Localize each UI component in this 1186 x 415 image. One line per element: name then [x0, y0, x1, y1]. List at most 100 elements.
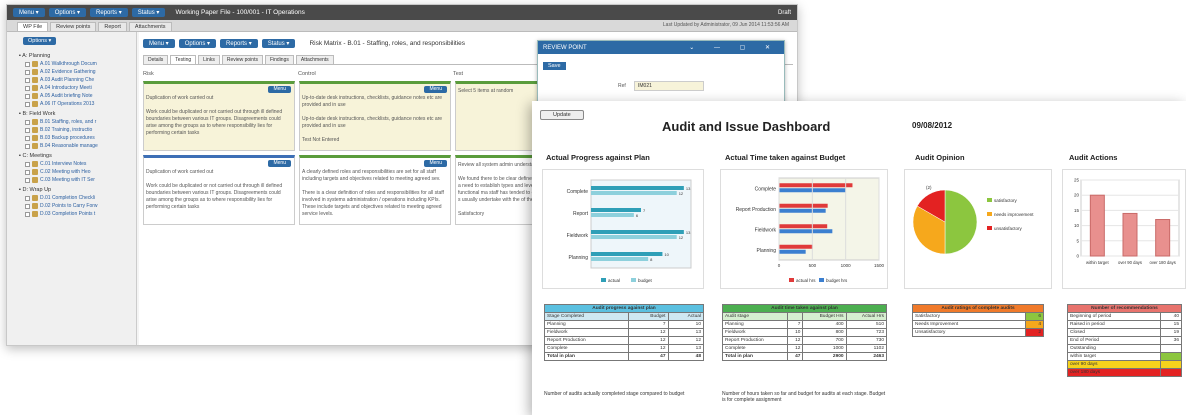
- tab-attachments[interactable]: Attachments: [128, 22, 172, 31]
- tree-item-label[interactable]: A.03 Audit Planning Che: [40, 77, 94, 83]
- tree-checkbox[interactable]: [25, 119, 30, 125]
- tab-review-points[interactable]: Review points: [50, 22, 97, 31]
- tree-item[interactable]: A.05 Audit briefing Note: [25, 92, 132, 100]
- wp-status-button[interactable]: Status ▾: [261, 38, 296, 48]
- tree-item-label[interactable]: C.03 Meeting with IT Ser: [40, 177, 95, 183]
- tree-item-label[interactable]: D.01 Completion Checkli: [40, 195, 95, 201]
- card-menu-button[interactable]: Menu: [268, 160, 291, 167]
- tree-checkbox[interactable]: [25, 93, 30, 99]
- tab-links[interactable]: Links: [198, 55, 220, 64]
- category-label: over 180 days: [1150, 260, 1176, 265]
- document-icon: [32, 61, 38, 67]
- tree-checkbox[interactable]: [25, 127, 30, 133]
- tree-item-label[interactable]: D.03 Completion Points t: [40, 211, 95, 217]
- tree-item[interactable]: C.02 Meeting with Heo: [25, 168, 132, 176]
- tree-item[interactable]: C.03 Meeting with IT Ser: [25, 176, 132, 184]
- tree-item[interactable]: D.03 Completion Points t: [25, 210, 132, 218]
- wp-reports-button[interactable]: Reports ▾: [220, 38, 258, 48]
- tree-item-label[interactable]: A.06 IT Operations 2013: [40, 101, 94, 107]
- tree-item[interactable]: D.01 Completion Checkli: [25, 194, 132, 202]
- tree-section[interactable]: ▪ C: Meetings: [19, 153, 132, 159]
- options-button[interactable]: Options ▾: [48, 8, 87, 17]
- control-card[interactable]: Menu A clearly defined roles and responsi…: [299, 155, 451, 225]
- tree-checkbox[interactable]: [25, 161, 30, 167]
- tree-item[interactable]: B.01 Staffing, roles, and r: [25, 118, 132, 126]
- table-row: Fieldwork 12 13: [543, 328, 705, 337]
- tree-item-label[interactable]: A.04 Introductory Meeti: [40, 85, 92, 91]
- wp-options-button[interactable]: Options ▾: [178, 38, 217, 48]
- update-button[interactable]: Update: [540, 110, 584, 120]
- table-cell: Actual: [667, 312, 705, 321]
- tree-checkbox[interactable]: [25, 169, 30, 175]
- tree-checkbox[interactable]: [25, 203, 30, 209]
- risk-card[interactable]: Menu Duplication of work carried out Work…: [143, 155, 295, 225]
- card-menu-button[interactable]: Menu: [424, 160, 447, 167]
- wp-menu-button[interactable]: Menu ▾: [143, 38, 175, 48]
- tree-item-label[interactable]: D.02 Points to Carry Forw: [40, 203, 98, 209]
- tab-report[interactable]: Report: [98, 22, 127, 31]
- reports-button[interactable]: Reports ▾: [90, 8, 128, 17]
- table-row: Closed 19: [1066, 328, 1182, 337]
- table-cell: Report Production: [543, 336, 630, 345]
- tree-item[interactable]: A.03 Audit Planning Che: [25, 76, 132, 84]
- save-button[interactable]: Save: [543, 62, 566, 70]
- tree-item[interactable]: A.02 Evidence Gathering: [25, 68, 132, 76]
- tree-section[interactable]: ▪ A: Planning: [19, 53, 132, 59]
- tree-item[interactable]: A.06 IT Operations 2013: [25, 100, 132, 108]
- opinion-table: Audit ratings of complete audits Satisfac…: [912, 304, 1045, 337]
- table-cell: 700: [802, 336, 847, 345]
- tree-checkbox[interactable]: [25, 135, 30, 141]
- tab-wp-attachments[interactable]: Attachments: [295, 55, 334, 64]
- tree-options-button[interactable]: Options ▾: [23, 37, 57, 45]
- tree-checkbox[interactable]: [25, 143, 30, 149]
- tab-testing[interactable]: Testing: [170, 55, 197, 64]
- table-cell: 12: [628, 328, 669, 337]
- bar: [1089, 194, 1105, 257]
- tab-wp-review-points[interactable]: Review points: [221, 55, 263, 64]
- tree-item[interactable]: A.01 Walkthrough Docum: [25, 60, 132, 68]
- bar: [1155, 219, 1171, 257]
- tree-checkbox[interactable]: [25, 211, 30, 217]
- tab-details[interactable]: Details: [143, 55, 169, 64]
- card-menu-button[interactable]: Menu: [268, 86, 291, 93]
- tab-findings[interactable]: Findings: [264, 55, 294, 64]
- tree-item[interactable]: C.01 Interview Notes: [25, 160, 132, 168]
- tree-checkbox[interactable]: [25, 85, 30, 91]
- tree-item[interactable]: D.02 Points to Carry Forw: [25, 202, 132, 210]
- ref-field[interactable]: IM021: [634, 81, 704, 91]
- risk-card[interactable]: Menu Duplication of work carried out Work…: [143, 81, 295, 151]
- tree-checkbox[interactable]: [25, 101, 30, 107]
- tree-section[interactable]: ▪ D: Wrap Up: [19, 187, 132, 193]
- tree-checkbox[interactable]: [25, 77, 30, 83]
- tab-wp-file[interactable]: WP File: [17, 22, 49, 31]
- tree-item-label[interactable]: B.02 Training, instructio: [40, 127, 92, 133]
- control-card[interactable]: Menu Up-to-date desk instructions, checkl…: [299, 81, 451, 151]
- table-title: Audit time taken against plan: [722, 304, 887, 313]
- tree-item-label[interactable]: A.01 Walkthrough Docum: [40, 61, 97, 67]
- card-menu-button[interactable]: Menu: [424, 86, 447, 93]
- tree-checkbox[interactable]: [25, 69, 30, 75]
- tree-item-label[interactable]: A.02 Evidence Gathering: [40, 69, 96, 75]
- tree-item-label[interactable]: B.03 Backup procedures: [40, 135, 95, 141]
- tree-checkbox[interactable]: [25, 61, 30, 67]
- menu-button[interactable]: Menu ▾: [13, 8, 45, 17]
- actions-table: Number of recommendations Beginning of pe…: [1066, 304, 1182, 377]
- window-controls[interactable]: ⌄ — ▢ ✕: [689, 44, 779, 51]
- tree-item[interactable]: B.03 Backup procedures: [25, 134, 132, 142]
- tree-item[interactable]: B.04 Reasonable manage: [25, 142, 132, 150]
- tree-item-label[interactable]: C.01 Interview Notes: [40, 161, 86, 167]
- tree-item[interactable]: B.02 Training, instructio: [25, 126, 132, 134]
- tree-item-label[interactable]: C.02 Meeting with Heo: [40, 169, 91, 175]
- status-button[interactable]: Status ▾: [131, 8, 166, 17]
- tree-item-label[interactable]: B.01 Staffing, roles, and r: [40, 119, 96, 125]
- tree-item-label[interactable]: A.05 Audit briefing Note: [40, 93, 93, 99]
- table-cell: [787, 312, 804, 321]
- table-row: Outstanding: [1066, 344, 1182, 353]
- column-control: Control: [298, 71, 316, 77]
- tree-section[interactable]: ▪ B: Field Work: [19, 111, 132, 117]
- tree-item-label[interactable]: B.04 Reasonable manage: [40, 143, 98, 149]
- tree-checkbox[interactable]: [25, 195, 30, 201]
- tree-checkbox[interactable]: [25, 177, 30, 183]
- tree-item[interactable]: A.04 Introductory Meeti: [25, 84, 132, 92]
- table-cell: Complete: [543, 344, 630, 353]
